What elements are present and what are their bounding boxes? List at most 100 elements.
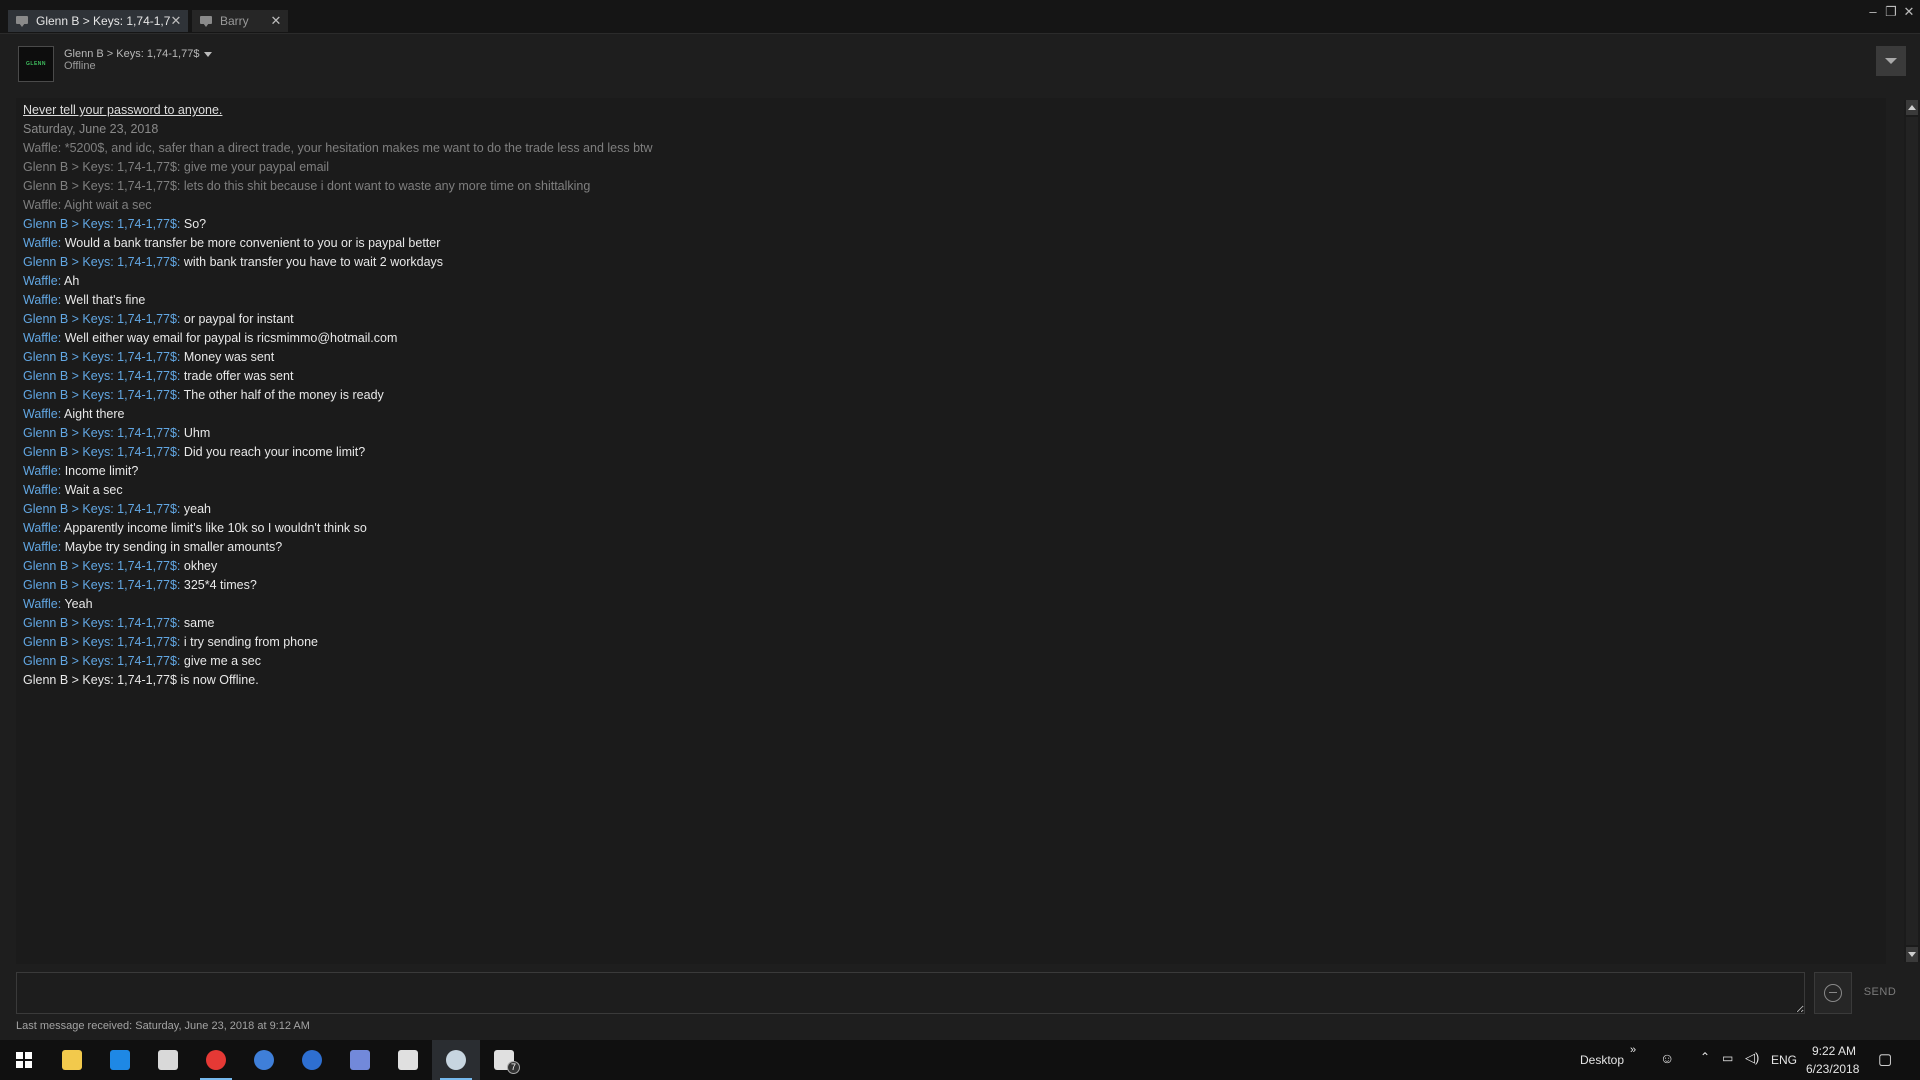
- taskbar-app-button[interactable]: 7: [480, 1040, 528, 1080]
- message-text: Uhm: [183, 426, 211, 440]
- taskbar-app-button[interactable]: [384, 1040, 432, 1080]
- send-button[interactable]: SEND: [1858, 980, 1902, 1004]
- password-warning[interactable]: Never tell your password to anyone.: [23, 101, 1886, 120]
- sender-separator: :: [176, 578, 184, 592]
- taskbar-app-button[interactable]: [288, 1040, 336, 1080]
- message-sender[interactable]: Glenn B > Keys: 1,74-1,77$: [23, 578, 177, 592]
- chat-message: Glenn B > Keys: 1,74-1,77$: Uhm: [23, 424, 1886, 443]
- message-sender[interactable]: Glenn B > Keys: 1,74-1,77$: [23, 616, 177, 630]
- minimize-icon[interactable]: –: [1866, 4, 1880, 19]
- message-sender[interactable]: Waffle: [23, 464, 58, 478]
- chevron-down-icon[interactable]: [204, 52, 212, 57]
- message-sender[interactable]: Glenn B > Keys: 1,74-1,77$: [23, 654, 177, 668]
- chevron-up-icon[interactable]: ⌃: [1700, 1050, 1710, 1064]
- close-icon[interactable]: ✕: [270, 13, 282, 29]
- sender-separator: :: [176, 255, 184, 269]
- message-sender[interactable]: Waffle: [23, 293, 58, 307]
- message-text: with bank transfer you have to wait 2 wo…: [183, 255, 444, 269]
- chat-message: Glenn B > Keys: 1,74-1,77$: i try sendin…: [23, 633, 1886, 652]
- message-sender[interactable]: Glenn B > Keys: 1,74-1,77$: [23, 160, 177, 174]
- message-sender[interactable]: Waffle: [23, 274, 58, 288]
- clock-date[interactable]: 6/23/2018: [1806, 1062, 1859, 1076]
- tab-bar: Glenn B > Keys: 1,74-1,77$ ✕ Barry ✕ – ❐…: [0, 0, 1920, 34]
- message-sender[interactable]: Glenn B > Keys: 1,74-1,77$: [23, 255, 177, 269]
- chat-message: Waffle: Apparently income limit's like 1…: [23, 519, 1886, 538]
- tab-barry[interactable]: Barry ✕: [192, 10, 288, 32]
- message-sender[interactable]: Glenn B > Keys: 1,74-1,77$: [23, 369, 177, 383]
- message-sender[interactable]: Waffle: [23, 483, 58, 497]
- chat-message: Glenn B > Keys: 1,74-1,77$: give me your…: [23, 158, 1886, 177]
- message-sender[interactable]: Waffle: [23, 597, 58, 611]
- message-sender[interactable]: Waffle: [23, 521, 58, 535]
- message-sender[interactable]: Waffle: [23, 198, 58, 212]
- message-sender[interactable]: Glenn B > Keys: 1,74-1,77$: [23, 426, 177, 440]
- chat-message: Glenn B > Keys: 1,74-1,77$: 325*4 times?: [23, 576, 1886, 595]
- action-center-icon[interactable]: ▢: [1878, 1050, 1892, 1068]
- message-text: Apparently income limit's like 10k so I …: [64, 521, 367, 535]
- restore-icon[interactable]: ❐: [1884, 4, 1898, 20]
- steam-icon: [446, 1050, 466, 1070]
- sender-separator: :: [176, 616, 184, 630]
- message-sender[interactable]: Glenn B > Keys: 1,74-1,77$: [23, 445, 177, 459]
- network-icon[interactable]: ▭: [1722, 1051, 1733, 1065]
- taskbar-app-button[interactable]: [192, 1040, 240, 1080]
- message-sender[interactable]: Glenn B > Keys: 1,74-1,77$: [23, 217, 177, 231]
- taskbar-app-button[interactable]: [48, 1040, 96, 1080]
- smiley-icon: [1824, 984, 1842, 1002]
- windows-icon: [16, 1052, 32, 1068]
- message-sender[interactable]: Waffle: [23, 236, 58, 250]
- message-sender[interactable]: Glenn B > Keys: 1,74-1,77$: [23, 502, 177, 516]
- sender-separator: :: [176, 388, 184, 402]
- message-sender[interactable]: Glenn B > Keys: 1,74-1,77$: [23, 635, 177, 649]
- message-sender[interactable]: Waffle: [23, 540, 58, 554]
- message-sender[interactable]: Glenn B > Keys: 1,74-1,77$: [23, 312, 177, 326]
- close-window-icon[interactable]: ✕: [1902, 4, 1916, 20]
- message-sender[interactable]: Waffle: [23, 407, 58, 421]
- friend-status-line: Glenn B > Keys: 1,74-1,77$ is now Offlin…: [23, 673, 259, 687]
- scroll-down-icon[interactable]: [1906, 947, 1918, 962]
- language-indicator[interactable]: ENG: [1771, 1053, 1797, 1067]
- friend-name[interactable]: Glenn B > Keys: 1,74-1,77$: [64, 48, 199, 60]
- message-sender[interactable]: Glenn B > Keys: 1,74-1,77$: [23, 350, 177, 364]
- chat-log: Never tell your password to anyone. Satu…: [16, 98, 1886, 964]
- sender-separator: :: [57, 141, 65, 155]
- message-text: yeah: [183, 502, 211, 516]
- chat-message: Waffle: Would a bank transfer be more co…: [23, 234, 1886, 253]
- chevron-right-icon[interactable]: »: [1630, 1044, 1636, 1056]
- avatar-text: GLENN: [26, 61, 46, 67]
- chat-message: Waffle: Aight wait a sec: [23, 196, 1886, 215]
- emoticon-button[interactable]: [1814, 972, 1852, 1014]
- volume-icon[interactable]: ◁): [1745, 1050, 1759, 1066]
- desktop-toolbar-label[interactable]: Desktop: [1580, 1053, 1624, 1067]
- chat-options-button[interactable]: [1876, 46, 1906, 76]
- taskbar-app-button[interactable]: [96, 1040, 144, 1080]
- chat-message: Glenn B > Keys: 1,74-1,77$: with bank tr…: [23, 253, 1886, 272]
- taskbar: 7 Desktop » ☺ ⌃ ▭ ◁) ENG 9:22 AM 6/23/20…: [0, 1040, 1920, 1080]
- taskbar-app-button[interactable]: [144, 1040, 192, 1080]
- taskbar-app-button[interactable]: [336, 1040, 384, 1080]
- clock-time[interactable]: 9:22 AM: [1812, 1044, 1856, 1058]
- sender-separator: :: [57, 236, 65, 250]
- message-text: Aight there: [64, 407, 125, 421]
- taskbar-app-button[interactable]: [240, 1040, 288, 1080]
- sender-separator: :: [176, 635, 184, 649]
- last-received-text: Last message received: Saturday, June 23…: [16, 1020, 310, 1032]
- scroll-up-icon[interactable]: [1906, 100, 1918, 115]
- message-input[interactable]: [16, 972, 1805, 1014]
- message-sender[interactable]: Waffle: [23, 331, 58, 345]
- close-icon[interactable]: ✕: [170, 13, 182, 29]
- sender-separator: :: [176, 654, 184, 668]
- message-sender[interactable]: Glenn B > Keys: 1,74-1,77$: [23, 179, 177, 193]
- scroll-track[interactable]: [1906, 117, 1918, 945]
- avatar[interactable]: GLENN: [18, 46, 54, 82]
- message-sender[interactable]: Glenn B > Keys: 1,74-1,77$: [23, 559, 177, 573]
- people-icon[interactable]: ☺: [1660, 1050, 1674, 1066]
- tab-glenn[interactable]: Glenn B > Keys: 1,74-1,77$ ✕: [8, 10, 188, 32]
- mail-badge: 7: [507, 1061, 520, 1074]
- chat-scrollbar[interactable]: [1904, 100, 1920, 962]
- start-button[interactable]: [0, 1040, 48, 1080]
- taskbar-app-button[interactable]: [432, 1040, 480, 1080]
- message-sender[interactable]: Waffle: [23, 141, 58, 155]
- sender-separator: :: [57, 331, 65, 345]
- message-sender[interactable]: Glenn B > Keys: 1,74-1,77$: [23, 388, 177, 402]
